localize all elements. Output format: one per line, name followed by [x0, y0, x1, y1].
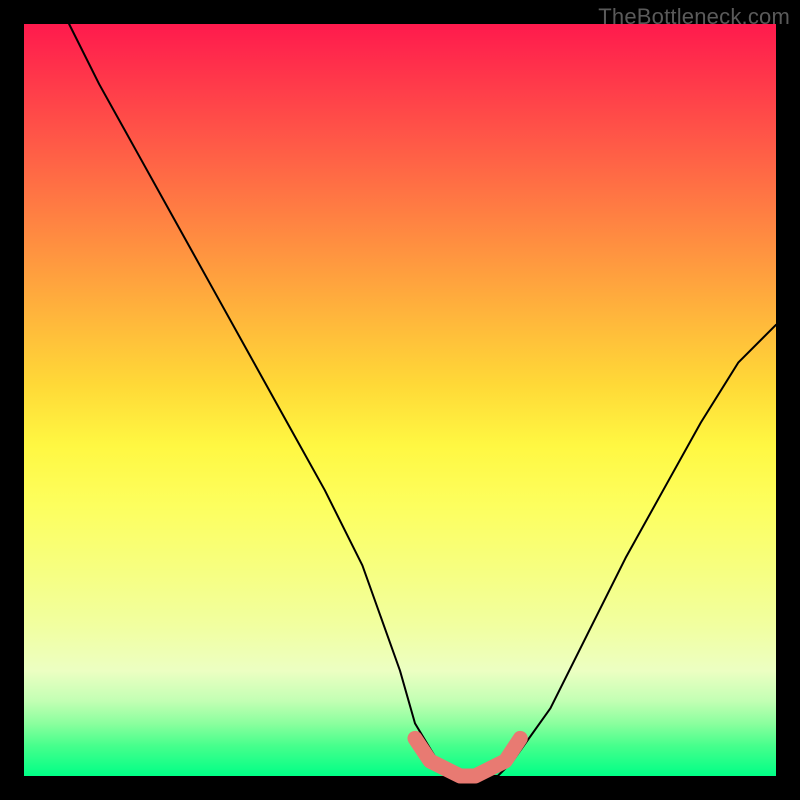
chart-svg	[0, 0, 800, 800]
watermark-text: TheBottleneck.com	[598, 4, 790, 30]
bottleneck-curve	[69, 24, 776, 776]
